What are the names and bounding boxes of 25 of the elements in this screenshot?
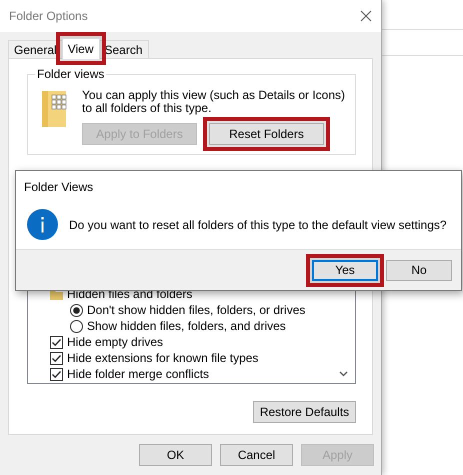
info-icon [27,209,58,240]
checked-checkbox[interactable] [50,336,63,348]
dialog-button[interactable]: Cancel [220,444,293,466]
folder-icon [42,89,68,127]
window-title: Folder Options [9,9,88,23]
tab[interactable]: Search [98,40,149,58]
dialog-button[interactable]: OK [139,444,212,466]
setting-label: Hide extensions for known file types [67,351,258,365]
selected-radio-button[interactable] [70,304,83,316]
scroll-down-icon[interactable] [339,371,348,377]
setting-label: Hide empty drives [67,335,164,349]
setting-label: Hide folder merge conflicts [67,367,210,381]
restore-defaults-button[interactable]: Restore Defaults [253,401,356,423]
checked-checkbox[interactable] [50,368,63,380]
setting-label: Don't show hidden files, folders, or drives [87,303,306,317]
message-text: Do you want to reset all folders of this type to the default view settings? [69,218,447,232]
message-button[interactable]: No [386,260,452,280]
setting-label: Show hidden files, folders, and drives [87,319,286,333]
group-title: Folder views [35,67,106,81]
radio-button[interactable] [70,320,83,332]
message-box-title: Folder Views [24,180,94,194]
description-text: You can apply this view (such as Details or Icons) to all folders of this type. [82,89,346,115]
checked-checkbox[interactable] [50,352,63,364]
close-icon[interactable] [360,10,372,22]
tab[interactable]: General [8,40,63,58]
